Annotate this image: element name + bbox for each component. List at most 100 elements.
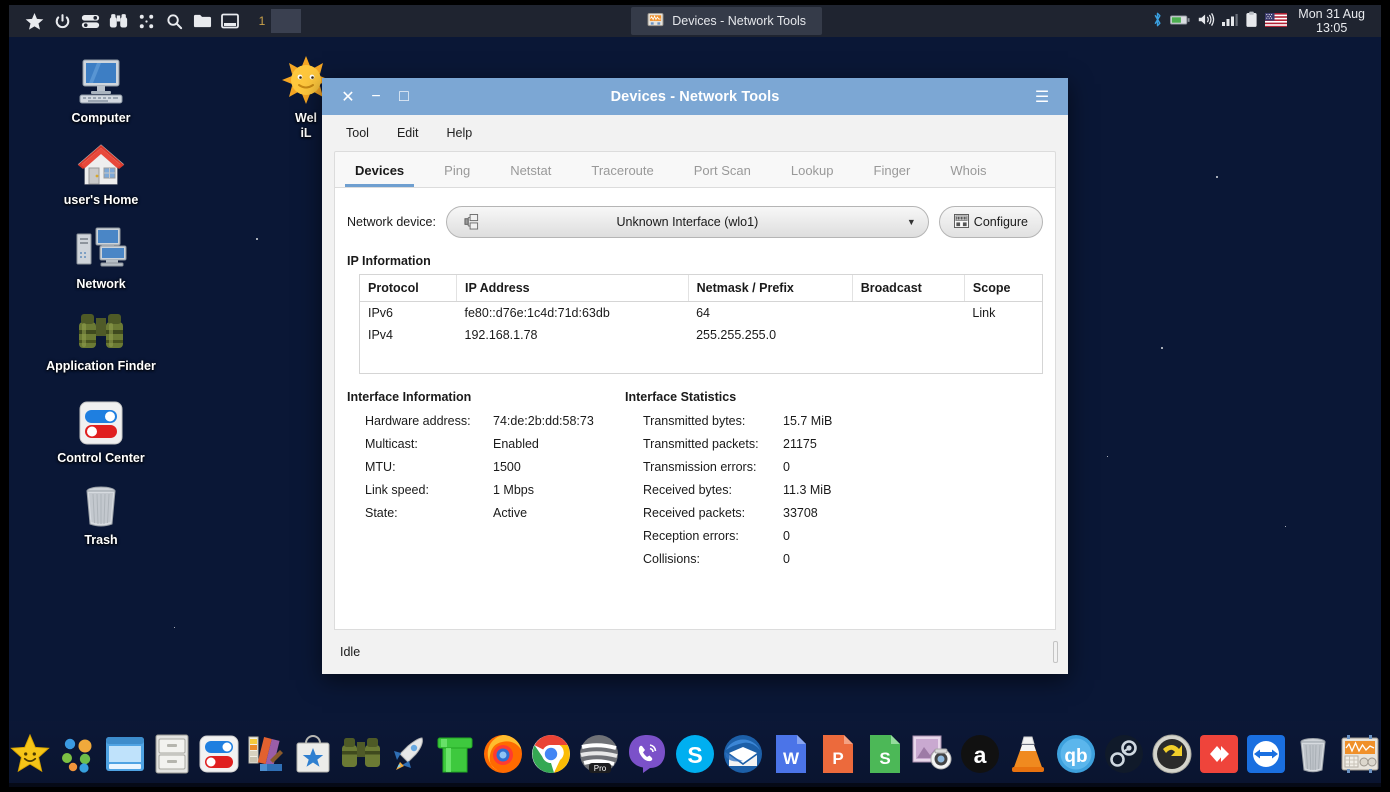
whisker-menu-star-icon[interactable] [21, 8, 47, 34]
network-signal-icon[interactable] [1222, 13, 1238, 29]
application-finder-binoculars-icon[interactable] [105, 8, 131, 34]
top-panel: 1 Devices - Network Tools Mon 31 Aug 13:… [9, 5, 1381, 37]
desktop-icon-application-finder[interactable]: Application Finder [46, 304, 156, 374]
dock-item-steam-client[interactable] [1103, 731, 1145, 777]
info-value: 1 Mbps [493, 483, 534, 497]
menu-tool[interactable]: Tool [336, 122, 379, 144]
trash-bin-icon [46, 478, 156, 528]
svg-text:a: a [974, 742, 987, 768]
desktop-icon-label: Trash [84, 533, 118, 547]
dock-item-binoculars-finder[interactable] [340, 731, 382, 777]
info-key: Hardware address: [365, 414, 471, 428]
tab-port-scan[interactable]: Port Scan [674, 152, 771, 187]
minimize-icon[interactable]: − [362, 83, 390, 111]
dock-item-backup-restore-tool[interactable] [1151, 731, 1193, 777]
dock-item-anydesk-remote[interactable] [1199, 731, 1240, 777]
tab-ping[interactable]: Ping [424, 152, 490, 187]
resize-grip[interactable] [1053, 641, 1058, 663]
menu-edit[interactable]: Edit [387, 122, 429, 144]
window-titlebar[interactable]: ✕ − □ Devices - Network Tools ☰ [322, 78, 1068, 115]
dock-item-firefox-browser[interactable] [482, 731, 524, 777]
column-broadcast[interactable]: Broadcast [852, 275, 965, 302]
column-scope[interactable]: Scope [964, 275, 1042, 302]
ip-information-title: IP Information [347, 254, 431, 268]
show-desktop-icon[interactable] [217, 8, 243, 34]
close-icon[interactable]: ✕ [334, 83, 362, 111]
workspace-switcher[interactable]: 1 [253, 9, 301, 33]
dock-item-control-center[interactable] [198, 731, 239, 777]
dock-item-teamviewer-remote[interactable] [1246, 731, 1287, 777]
power-icon[interactable] [49, 8, 75, 34]
tab-netstat[interactable]: Netstat [490, 152, 571, 187]
close-glyph: ✕ [341, 88, 355, 106]
table-row[interactable]: IPv4 192.168.1.78 255.255.255.0 [360, 324, 1042, 346]
svg-text:P: P [832, 749, 843, 768]
dock-item-file-cabinet-archive[interactable] [151, 731, 192, 777]
dock-item-rocket-launcher[interactable] [388, 731, 429, 777]
dock-item-trash-bin[interactable] [1293, 731, 1334, 777]
screen: Computer user's Home Network Application… [0, 0, 1390, 792]
bluetooth-icon[interactable] [1152, 11, 1163, 31]
menu-help[interactable]: Help [436, 122, 482, 144]
tab-whois[interactable]: Whois [930, 152, 1006, 187]
dock-item-viber-messenger[interactable] [626, 731, 668, 777]
settings-toggle-icon[interactable] [77, 8, 103, 34]
dock-item-network-tools-monitor[interactable] [1340, 731, 1381, 777]
dock-item-spreadsheet-app[interactable]: S [864, 731, 905, 777]
maximize-icon[interactable]: □ [390, 83, 418, 111]
file-manager-folder-icon[interactable] [189, 8, 215, 34]
column-protocol[interactable]: Protocol [360, 275, 457, 302]
dock-item-presentation-app[interactable]: P [817, 731, 858, 777]
keyboard-layout-flag-icon[interactable] [1265, 12, 1288, 30]
window-title: Devices - Network Tools [610, 88, 780, 105]
stat-value: 0 [783, 552, 790, 566]
desktop-icon-network[interactable]: Network [46, 222, 156, 292]
desktop-icon-home[interactable]: user's Home [46, 138, 156, 208]
dock-item-word-processor[interactable]: W [770, 731, 811, 777]
column-ip-address[interactable]: IP Address [456, 275, 689, 302]
devices-tab-panel: Network device: Unknown Interface (wlo1) [334, 187, 1056, 630]
tab-finger[interactable]: Finger [854, 152, 931, 187]
tab-devices[interactable]: Devices [335, 152, 424, 187]
battery-icon[interactable] [1170, 14, 1190, 29]
dock-item-vlc-media-player[interactable] [1007, 731, 1048, 777]
volume-icon[interactable] [1197, 12, 1215, 30]
workspace-2[interactable] [271, 9, 301, 33]
desktop-icon-trash[interactable]: Trash [46, 478, 156, 548]
clipboard-icon[interactable] [1245, 11, 1258, 31]
dock-item-qbittorrent-client[interactable]: qb [1055, 731, 1097, 777]
grid-apps-icon[interactable] [133, 8, 159, 34]
dock-item-whisker-star-launcher[interactable] [9, 731, 51, 777]
desktop-icon-control-center[interactable]: Control Center [46, 396, 156, 466]
maximize-glyph: □ [399, 87, 409, 105]
network-device-select[interactable]: Unknown Interface (wlo1) ▼ [445, 206, 929, 238]
configure-button[interactable]: Configure [938, 206, 1043, 238]
task-button-network-tools[interactable]: Devices - Network Tools [631, 7, 823, 35]
dock-item-thunderbird-mail[interactable] [722, 731, 764, 777]
tab-traceroute[interactable]: Traceroute [571, 152, 673, 187]
table-row[interactable]: IPv6 fe80::d76e:1c4d:71d:63db 64 Link [360, 302, 1042, 325]
dock-item-green-pipe-utility[interactable] [435, 731, 476, 777]
network-tools-window: ✕ − □ Devices - Network Tools ☰ Tool Edi… [322, 78, 1068, 674]
ip-information-table[interactable]: Protocol IP Address Netmask / Prefix Bro… [359, 274, 1043, 374]
column-netmask-prefix[interactable]: Netmask / Prefix [688, 275, 853, 302]
dock-item-app-grid-dots[interactable] [57, 731, 98, 777]
dock-item-color-palette-editor[interactable] [246, 731, 287, 777]
dock-item-skype-messenger[interactable]: S [674, 731, 716, 777]
hamburger-menu-icon[interactable]: ☰ [1028, 83, 1056, 111]
search-icon[interactable] [161, 8, 187, 34]
dock-item-opera-pro-browser[interactable]: Pro [578, 731, 620, 777]
tab-lookup[interactable]: Lookup [771, 152, 854, 187]
stat-row-reception-errors: Reception errors: 0 [625, 525, 1043, 548]
clock[interactable]: Mon 31 Aug 13:05 [1294, 7, 1373, 35]
dock-item-window-manager[interactable] [104, 731, 145, 777]
workspace-1[interactable]: 1 [253, 9, 271, 33]
dock-item-google-chrome-browser[interactable] [530, 731, 572, 777]
info-row-hardware-address: Hardware address: 74:de:2b:dd:58:73 [347, 410, 625, 433]
dock-item-amazon-store[interactable]: a [959, 731, 1001, 777]
network-device-value: Unknown Interface (wlo1) [616, 215, 759, 229]
dock-item-screenshot-tool[interactable] [911, 731, 953, 777]
dock-item-app-store-bag[interactable] [293, 731, 334, 777]
desktop-icon-computer[interactable]: Computer [46, 56, 156, 126]
cell-protocol: IPv6 [368, 306, 394, 320]
